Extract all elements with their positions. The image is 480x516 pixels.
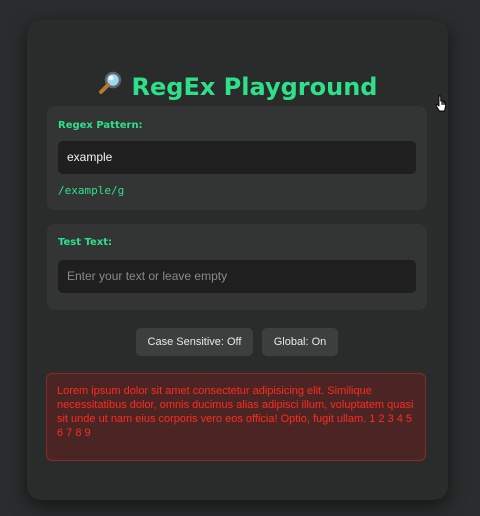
result-error-box: Lorem ipsum dolor sit amet consectetur a…	[46, 373, 426, 461]
regex-playground-card: RegEx Playground Regex Pattern: example …	[27, 20, 448, 500]
page-title: RegEx Playground	[27, 69, 448, 105]
regex-pattern-label: Regex Pattern:	[58, 120, 143, 131]
regex-preview: /example/g	[58, 184, 125, 197]
test-text-label: Test Text:	[58, 237, 112, 248]
mouse-pointer-icon	[435, 95, 446, 112]
test-text-section: Test Text: Enter your text or leave empt…	[47, 224, 427, 310]
case-sensitive-toggle-button[interactable]: Case Sensitive: Off	[136, 328, 253, 356]
magnifying-glass-icon	[98, 70, 124, 105]
page-title-text: RegEx Playground	[131, 73, 378, 101]
test-text-input[interactable]: Enter your text or leave empty	[58, 260, 416, 293]
regex-pattern-section: Regex Pattern: example /example/g	[47, 106, 427, 210]
regex-pattern-input[interactable]: example	[58, 141, 416, 174]
global-toggle-button[interactable]: Global: On	[262, 328, 338, 356]
